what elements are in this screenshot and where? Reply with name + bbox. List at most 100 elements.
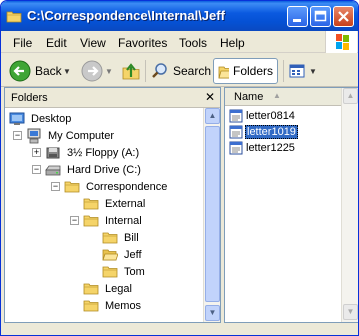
folders-pane-header: Folders ✕ xyxy=(5,88,220,108)
column-header-name[interactable]: Name ▲ xyxy=(225,88,341,106)
collapse-expander[interactable]: − xyxy=(32,165,41,174)
tree-item-legal[interactable]: Legal xyxy=(83,280,134,297)
tree-item-label: Bill xyxy=(124,231,139,244)
menu-view[interactable]: View xyxy=(80,36,106,50)
tree-item-correspondence[interactable]: Correspondence xyxy=(64,178,169,195)
tree-item-label: Memos xyxy=(105,299,142,312)
status-bar xyxy=(1,323,358,335)
window-title: C:\Correspondence\Internal\Jeff xyxy=(27,8,225,23)
menu-favorites[interactable]: Favorites xyxy=(118,36,167,50)
tree-item-label: External xyxy=(105,197,146,210)
menu-edit[interactable]: Edit xyxy=(46,36,67,50)
document-icon xyxy=(229,125,243,139)
minimize-icon xyxy=(293,19,301,22)
views-button[interactable]: ▼ xyxy=(289,58,317,84)
up-folder-icon xyxy=(122,63,140,80)
menu-tools[interactable]: Tools xyxy=(179,36,207,50)
tree-item-label: My Computer xyxy=(48,129,115,142)
floppy-icon xyxy=(46,147,60,158)
file-list-scrollbar[interactable]: ▲ ▼ xyxy=(341,88,358,322)
tree-item-tom[interactable]: Tom xyxy=(102,263,147,280)
close-button[interactable] xyxy=(333,6,354,27)
tree-item-desktop[interactable]: Desktop xyxy=(9,110,73,127)
title-bar[interactable]: C:\Correspondence\Internal\Jeff xyxy=(1,1,358,31)
folder-icon xyxy=(83,198,99,209)
folder-icon xyxy=(83,215,99,226)
tree-item-jeff[interactable]: Jeff xyxy=(102,246,144,263)
expand-expander[interactable]: + xyxy=(32,148,41,157)
folder-icon xyxy=(102,232,118,243)
toolbar-separator xyxy=(145,60,146,82)
collapse-expander[interactable]: − xyxy=(51,182,60,191)
tree-item-label: Correspondence xyxy=(86,180,168,193)
folders-icon xyxy=(218,66,229,79)
computer-icon xyxy=(27,128,41,143)
folder-icon xyxy=(64,181,80,192)
search-label: Search xyxy=(173,64,212,78)
document-icon xyxy=(229,141,243,155)
forward-arrow-icon xyxy=(81,60,103,82)
views-icon xyxy=(289,64,305,78)
maximize-button[interactable] xyxy=(310,6,331,27)
up-folder-button[interactable] xyxy=(121,58,141,84)
tree-item-label: Jeff xyxy=(124,248,142,261)
tree-item-label: Legal xyxy=(105,282,132,295)
file-item-letter1019[interactable]: letter1019 xyxy=(229,124,298,140)
folder-icon xyxy=(6,11,22,23)
file-name: letter0814 xyxy=(246,110,295,122)
maximize-icon xyxy=(314,10,327,22)
menu-bar: File Edit View Favorites Tools Help xyxy=(1,31,358,53)
explorer-window: C:\Correspondence\Internal\Jeff File Edi… xyxy=(0,0,359,336)
forward-button[interactable] xyxy=(81,58,103,84)
minimize-button[interactable] xyxy=(287,6,308,27)
menu-file[interactable]: File xyxy=(13,36,32,50)
search-button[interactable]: Search xyxy=(151,58,211,84)
file-name-selected: letter1019 xyxy=(245,125,298,139)
back-button[interactable]: Back xyxy=(9,58,62,84)
back-dropdown[interactable]: ▼ xyxy=(63,58,71,84)
folders-pane: Folders ✕ Desktop − My Computer + 3½ Flo… xyxy=(4,87,221,323)
tree-item-external[interactable]: External xyxy=(83,195,147,212)
tree-item-floppy[interactable]: 3½ Floppy (A:) xyxy=(45,144,141,161)
folders-pane-title: Folders xyxy=(11,92,48,104)
file-item-letter1225[interactable]: letter1225 xyxy=(229,140,296,156)
tree-item-my-computer[interactable]: My Computer xyxy=(26,127,116,144)
file-item-letter0814[interactable]: letter0814 xyxy=(229,108,296,124)
scroll-thumb[interactable] xyxy=(205,126,220,302)
forward-dropdown[interactable]: ▼ xyxy=(105,58,113,84)
scroll-up-button[interactable]: ▲ xyxy=(343,88,358,104)
desktop-icon xyxy=(9,112,25,125)
folders-label: Folders xyxy=(232,64,273,78)
close-icon xyxy=(338,11,349,22)
dropdown-arrow-icon: ▼ xyxy=(63,66,71,76)
tree-item-label: Internal xyxy=(105,214,142,227)
scroll-down-button[interactable]: ▼ xyxy=(343,304,358,320)
collapse-expander[interactable]: − xyxy=(70,216,79,225)
menu-help[interactable]: Help xyxy=(220,36,245,50)
toolbar: Back ▼ ▼ Search Folders ▼ xyxy=(1,54,358,87)
folders-scrollbar[interactable]: ▲ ▼ xyxy=(203,108,220,322)
dropdown-arrow-icon: ▼ xyxy=(105,66,113,76)
collapse-expander[interactable]: − xyxy=(13,131,22,140)
tree-item-internal[interactable]: Internal xyxy=(83,212,144,229)
file-list-pane: Name ▲ letter0814 letter1019 letter1225 … xyxy=(224,87,358,323)
sort-ascending-icon: ▲ xyxy=(273,91,281,100)
toolbar-separator xyxy=(283,60,284,82)
folder-icon xyxy=(102,266,118,277)
tree-item-hard-drive[interactable]: Hard Drive (C:) xyxy=(45,161,143,178)
tree-item-label: Hard Drive (C:) xyxy=(67,163,141,176)
tree-item-label: Tom xyxy=(124,265,145,278)
folder-icon xyxy=(83,300,99,311)
tree-item-memos[interactable]: Memos xyxy=(83,297,143,314)
folders-button[interactable]: Folders xyxy=(213,58,278,84)
column-name-label: Name xyxy=(234,91,264,103)
scroll-down-button[interactable]: ▼ xyxy=(205,305,220,321)
file-name: letter1225 xyxy=(246,142,295,154)
close-pane-icon[interactable]: ✕ xyxy=(203,91,217,105)
windows-logo xyxy=(325,31,357,53)
folder-icon xyxy=(83,283,99,294)
scroll-up-button[interactable]: ▲ xyxy=(205,108,220,124)
tree-item-bill[interactable]: Bill xyxy=(102,229,141,246)
document-icon xyxy=(229,109,243,123)
tree-item-label: 3½ Floppy (A:) xyxy=(67,146,140,159)
